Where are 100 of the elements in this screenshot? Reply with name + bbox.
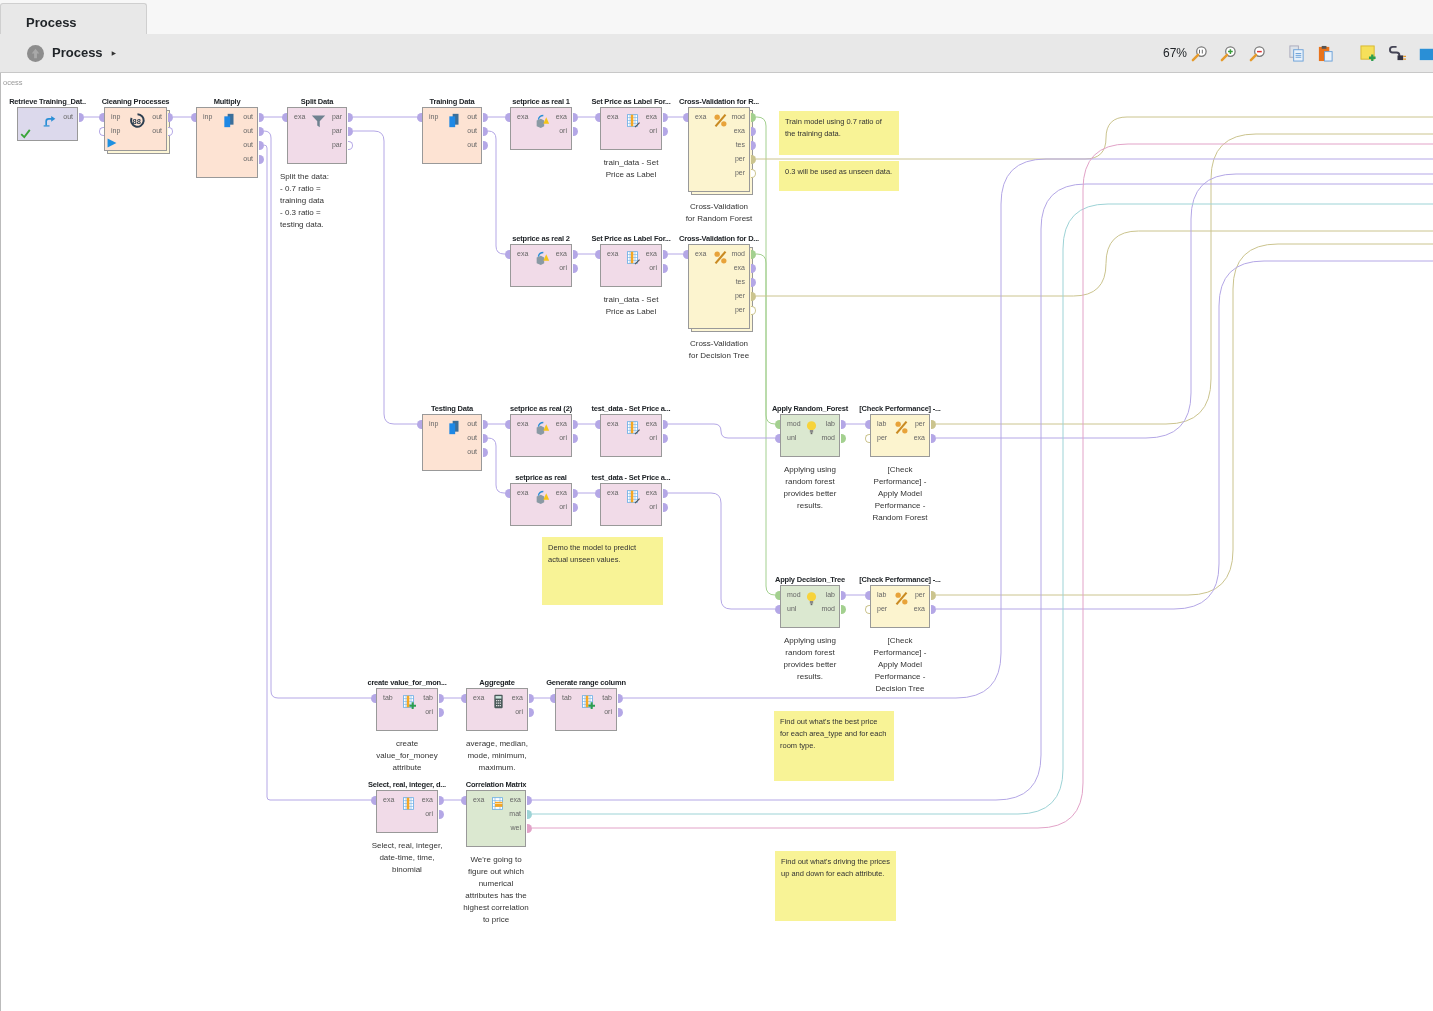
port[interactable] [683,112,688,122]
port[interactable] [663,433,668,443]
port[interactable] [483,447,488,457]
port[interactable] [663,263,668,273]
port[interactable] [841,604,846,614]
port[interactable] [573,419,578,429]
port[interactable] [775,419,780,429]
port[interactable] [99,112,104,122]
port[interactable] [505,488,510,498]
zoom-reset-icon[interactable] [1191,44,1208,62]
port[interactable] [751,126,756,136]
port[interactable] [259,154,264,164]
port[interactable] [595,488,600,498]
port[interactable] [483,126,488,136]
port[interactable] [168,112,173,122]
port[interactable] [527,823,532,833]
plug-icon[interactable] [1389,44,1406,62]
port[interactable] [483,112,488,122]
port[interactable] [527,809,532,819]
port[interactable] [483,140,488,150]
port[interactable] [841,433,846,443]
port[interactable] [529,693,534,703]
port[interactable] [663,249,668,259]
note-add-icon[interactable] [1360,44,1377,62]
port[interactable] [417,419,422,429]
port[interactable] [483,433,488,443]
port[interactable] [439,795,444,805]
port[interactable] [595,419,600,429]
port[interactable] [505,112,510,122]
port[interactable] [573,502,578,512]
port[interactable] [751,249,756,259]
port[interactable] [595,112,600,122]
port[interactable] [348,126,353,136]
port[interactable] [371,795,376,805]
port[interactable] [259,140,264,150]
port[interactable] [865,419,870,429]
port[interactable] [865,590,870,600]
port[interactable] [573,433,578,443]
port[interactable] [931,419,936,429]
port[interactable] [841,590,846,600]
port[interactable] [505,249,510,259]
port[interactable] [663,502,668,512]
port[interactable] [99,126,104,136]
port[interactable] [775,433,780,443]
port[interactable] [348,112,353,122]
port[interactable] [527,795,532,805]
port[interactable] [751,291,756,301]
port[interactable] [751,277,756,287]
paste-icon[interactable] [1317,44,1334,62]
port[interactable] [439,707,444,717]
port[interactable] [865,604,870,614]
port[interactable] [841,419,846,429]
port[interactable] [751,154,756,164]
port[interactable] [191,112,196,122]
port[interactable] [931,604,936,614]
port[interactable] [751,140,756,150]
port[interactable] [931,590,936,600]
port[interactable] [751,112,756,122]
port[interactable] [461,795,466,805]
tab[interactable]: Process [0,3,147,34]
port[interactable] [573,249,578,259]
port[interactable] [663,126,668,136]
zoom-in-icon[interactable] [1220,44,1237,62]
port[interactable] [618,693,623,703]
port[interactable] [348,140,353,150]
port[interactable] [483,419,488,429]
port[interactable] [439,809,444,819]
port[interactable] [595,249,600,259]
port[interactable] [259,126,264,136]
port[interactable] [663,112,668,122]
play-icon[interactable] [107,138,117,148]
up-icon[interactable] [27,44,44,62]
port[interactable] [461,693,466,703]
breadcrumb-link[interactable]: Process [52,43,103,63]
port[interactable] [573,112,578,122]
port[interactable] [663,488,668,498]
port[interactable] [663,419,668,429]
port[interactable] [751,263,756,273]
port[interactable] [529,707,534,717]
port[interactable] [79,112,84,122]
port[interactable] [573,263,578,273]
port[interactable] [931,433,936,443]
port[interactable] [775,604,780,614]
port[interactable] [573,488,578,498]
port[interactable] [573,126,578,136]
port[interactable] [371,693,376,703]
port[interactable] [168,126,173,136]
port[interactable] [259,112,264,122]
port[interactable] [865,433,870,443]
port[interactable] [417,112,422,122]
port[interactable] [505,419,510,429]
port[interactable] [751,168,756,178]
port[interactable] [751,305,756,315]
zoom-out-icon[interactable] [1249,44,1266,62]
port[interactable] [683,249,688,259]
port[interactable] [618,707,623,717]
copy-icon[interactable] [1288,44,1305,62]
port[interactable] [282,112,287,122]
port[interactable] [775,590,780,600]
port[interactable] [439,693,444,703]
